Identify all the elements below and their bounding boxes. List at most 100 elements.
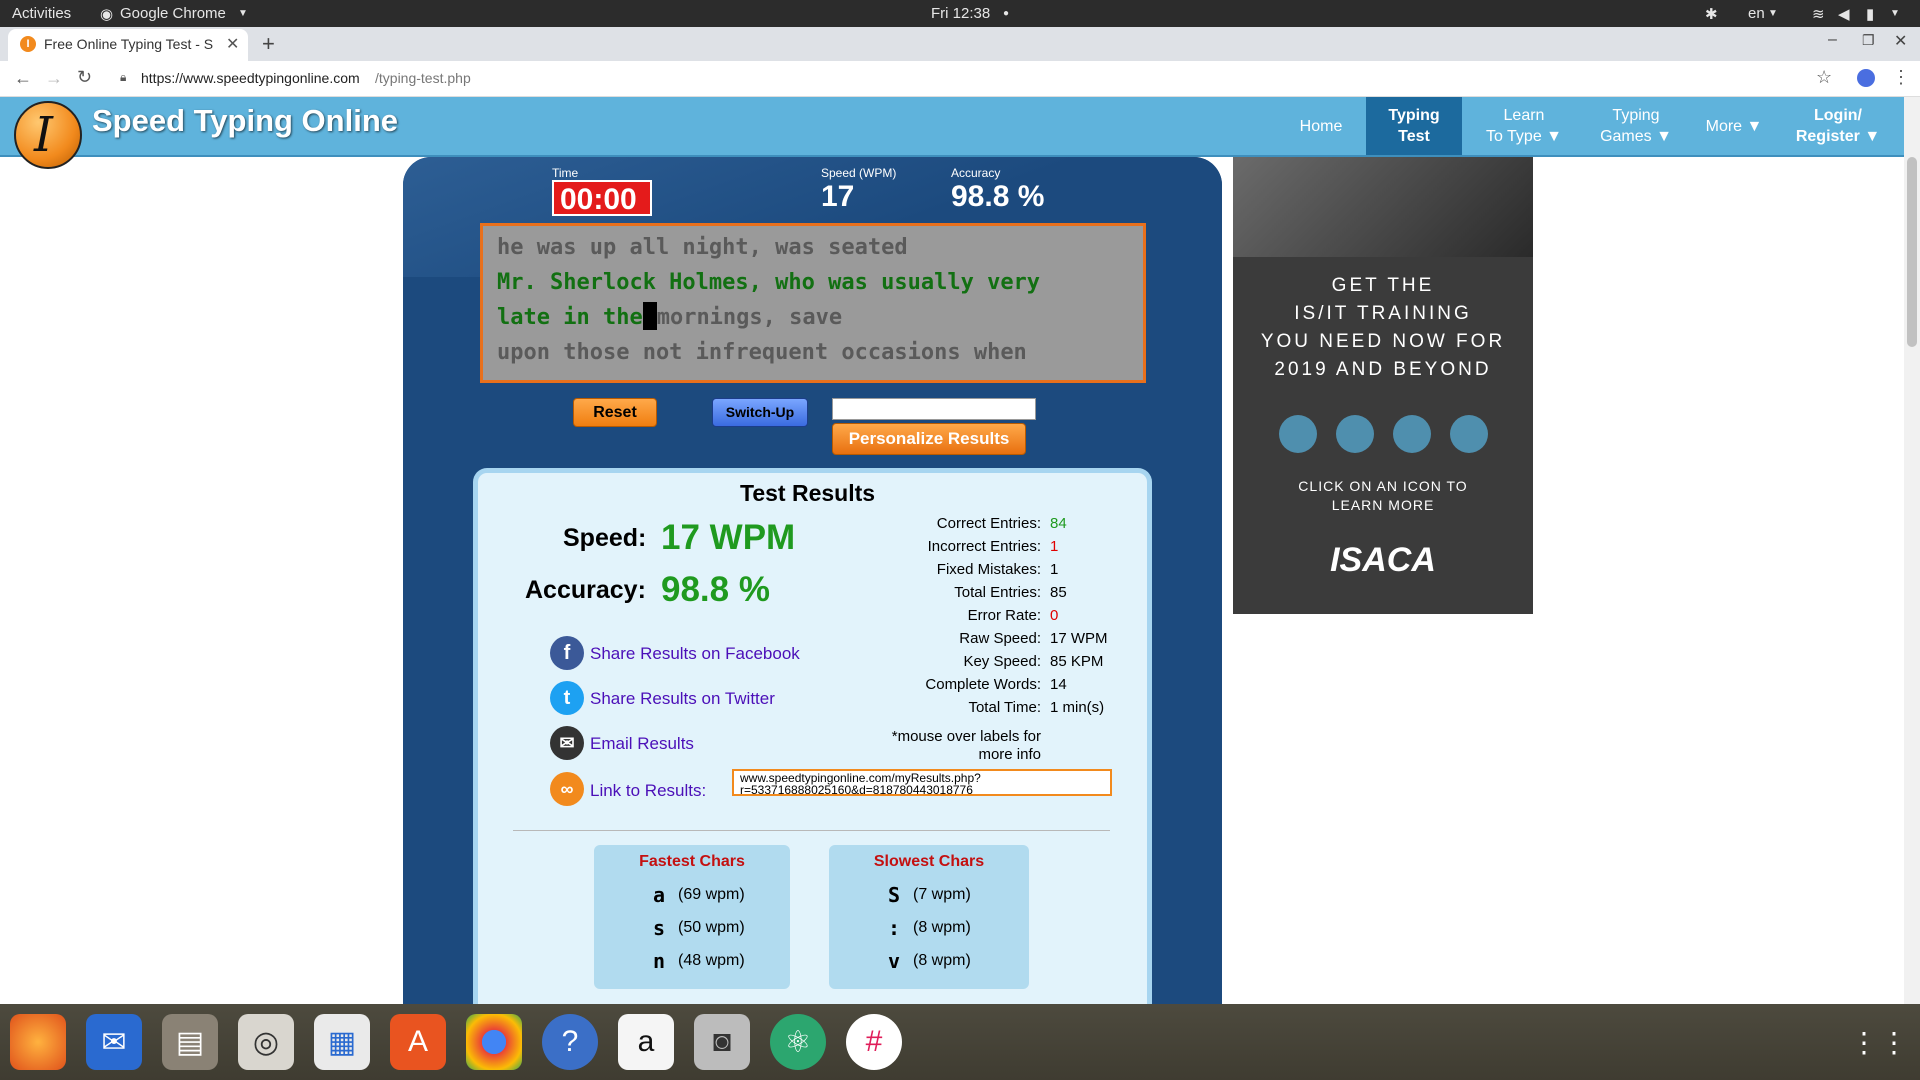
url-field[interactable]: 🔒︎ https://www.speedtypingonline.com /ty… [108,65,1768,93]
isaca-advertisement[interactable]: GET THE IS/IT TRAINING YOU NEED NOW FOR … [1233,157,1533,614]
detail-label[interactable]: Fixed Mistakes: [836,561,1041,578]
chrome-icon[interactable] [466,1014,522,1070]
link-to-results-label[interactable]: Link to Results: [590,781,706,801]
accuracy-label: Accuracy [951,166,1001,180]
page-scrollbar[interactable] [1904,97,1920,1004]
new-tab-icon[interactable]: + [262,31,275,57]
ad-cta-line: CLICK ON AN ICON TO [1298,478,1468,494]
close-window-icon[interactable]: ✕ [1894,31,1907,51]
share-facebook-link[interactable]: Share Results on Facebook [590,644,800,664]
char-wpm: (8 wpm) [913,952,971,969]
logo-icon[interactable]: I [14,101,82,169]
share-twitter-link[interactable]: Share Results on Twitter [590,689,775,709]
slowest-chars-box: Slowest Chars S (7 wpm): (8 wpm) v (8 wpm) [829,845,1029,989]
name-input[interactable] [832,398,1036,420]
detail-value: 85 KPM [1050,653,1104,670]
back-icon[interactable]: ← [14,68,32,89]
settings-indicator-icon[interactable]: ✱ [1705,5,1718,23]
nav-login-register[interactable]: Login/Register ▼ [1786,97,1890,155]
detail-label[interactable]: Key Speed: [836,653,1041,670]
bookmark-star-icon[interactable]: ☆ [1816,67,1832,88]
video-icon[interactable] [1279,415,1317,453]
rhythmbox-icon[interactable]: ◎ [238,1014,294,1070]
char-wpm: (8 wpm) [913,919,971,936]
atom-icon[interactable]: ⚛ [770,1014,826,1070]
email-results-link[interactable]: Email Results [590,734,694,754]
reset-button[interactable]: Reset [573,398,657,427]
results-title: Test Results [740,480,876,506]
ad-line: 2019 AND BEYOND [1274,359,1492,380]
char-wpm: (7 wpm) [913,886,971,903]
battery-icon[interactable]: ▮ [1866,5,1874,23]
extension-icon[interactable] [1857,69,1875,87]
show-apps-icon[interactable]: ⋮⋮ [1850,1014,1908,1070]
twitter-icon[interactable]: t [550,681,584,715]
link-icon[interactable]: ∞ [550,772,584,806]
nav-typing-games[interactable]: Typing Games ▼ [1588,97,1684,155]
site-header: I Speed Typing Online Home Typing Test Le… [0,97,1904,169]
detail-label[interactable]: Correct Entries: [836,515,1041,532]
help-icon[interactable]: ? [542,1014,598,1070]
classroom-icon[interactable] [1393,415,1431,453]
camera-icon[interactable]: ◙ [694,1014,750,1070]
software-center-icon[interactable]: A [390,1014,446,1070]
minimize-icon[interactable]: – [1828,31,1837,49]
restore-icon[interactable]: ❐ [1862,32,1875,49]
browser-tab[interactable]: I Free Online Typing Test - S ✕ [8,29,248,61]
forward-icon[interactable]: → [45,68,63,89]
app-menu[interactable]: Google Chrome [120,5,226,22]
thunderbird-icon[interactable]: ✉ [86,1014,142,1070]
typing-text-area[interactable]: he was up all night, was seated Mr. Sher… [480,223,1146,383]
timer-box: 00:00 [552,180,652,216]
scrollbar-thumb[interactable] [1907,157,1917,347]
clock[interactable]: Fri 12:38 [931,5,990,22]
detail-value: 84 [1050,515,1067,532]
nav-label: Register ▼ [1795,128,1881,145]
firefox-icon[interactable] [10,1014,66,1070]
volume-icon[interactable]: ◀ [1838,5,1850,23]
results-speed-label[interactable]: Speed: [563,524,646,553]
menu-kebab-icon[interactable]: ⋮ [1892,67,1910,88]
detail-label[interactable]: Complete Words: [836,676,1041,693]
detail-label[interactable]: Total Time: [836,699,1041,716]
personalize-results-button[interactable]: Personalize Results [832,423,1026,455]
detail-label[interactable]: Total Entries: [836,584,1041,601]
language-indicator[interactable]: en [1748,5,1765,22]
isaca-logo: ISACA [1330,541,1436,579]
close-tab-icon[interactable]: ✕ [226,34,239,54]
results-link-field[interactable]: www.speedtypingonline.com/myResults.php?… [732,769,1112,796]
ad-cta: CLICK ON AN ICON TO LEARN MORE [1233,477,1533,515]
detail-label[interactable]: Raw Speed: [836,630,1041,647]
nav-label: Games ▼ [1600,128,1672,145]
fastest-chars-title: Fastest Chars [639,853,745,870]
nav-home[interactable]: Home [1288,97,1354,155]
nav-label: Test [1398,128,1430,145]
chevron-down-icon: ▼ [1768,8,1778,19]
slack-icon[interactable]: # [846,1014,902,1070]
activities-button[interactable]: Activities [12,5,71,22]
nav-learn-to-type[interactable]: Learn To Type ▼ [1476,97,1572,155]
amazon-icon[interactable]: a [618,1014,674,1070]
files-icon[interactable]: ▤ [162,1014,218,1070]
nav-typing-test[interactable]: Typing Test [1366,97,1462,155]
lock-icon: 🔒︎ [120,70,127,84]
reload-icon[interactable]: ↻ [77,67,92,88]
person-icon[interactable] [1336,415,1374,453]
site-logo-text[interactable]: Speed Typing Online [92,103,398,139]
detail-value: 0 [1050,607,1059,624]
nav-more[interactable]: More ▼ [1696,97,1772,155]
mouseover-note: *mouse over labels for [891,728,1041,745]
facebook-icon[interactable]: f [550,636,584,670]
libreoffice-icon[interactable]: ▦ [314,1014,370,1070]
chevron-down-icon: ▼ [238,8,248,19]
char-glyph: : [887,916,901,940]
nav-label: Home [1299,117,1343,135]
switch-up-button[interactable]: Switch-Up [712,398,808,427]
book-icon[interactable] [1450,415,1488,453]
email-icon[interactable]: ✉ [550,726,584,760]
wifi-icon[interactable]: ≋ [1812,5,1825,23]
accuracy-value: 98.8 % [951,180,1045,213]
detail-label[interactable]: Error Rate: [836,607,1041,624]
results-accuracy-label[interactable]: Accuracy: [525,576,646,605]
detail-label[interactable]: Incorrect Entries: [836,538,1041,555]
